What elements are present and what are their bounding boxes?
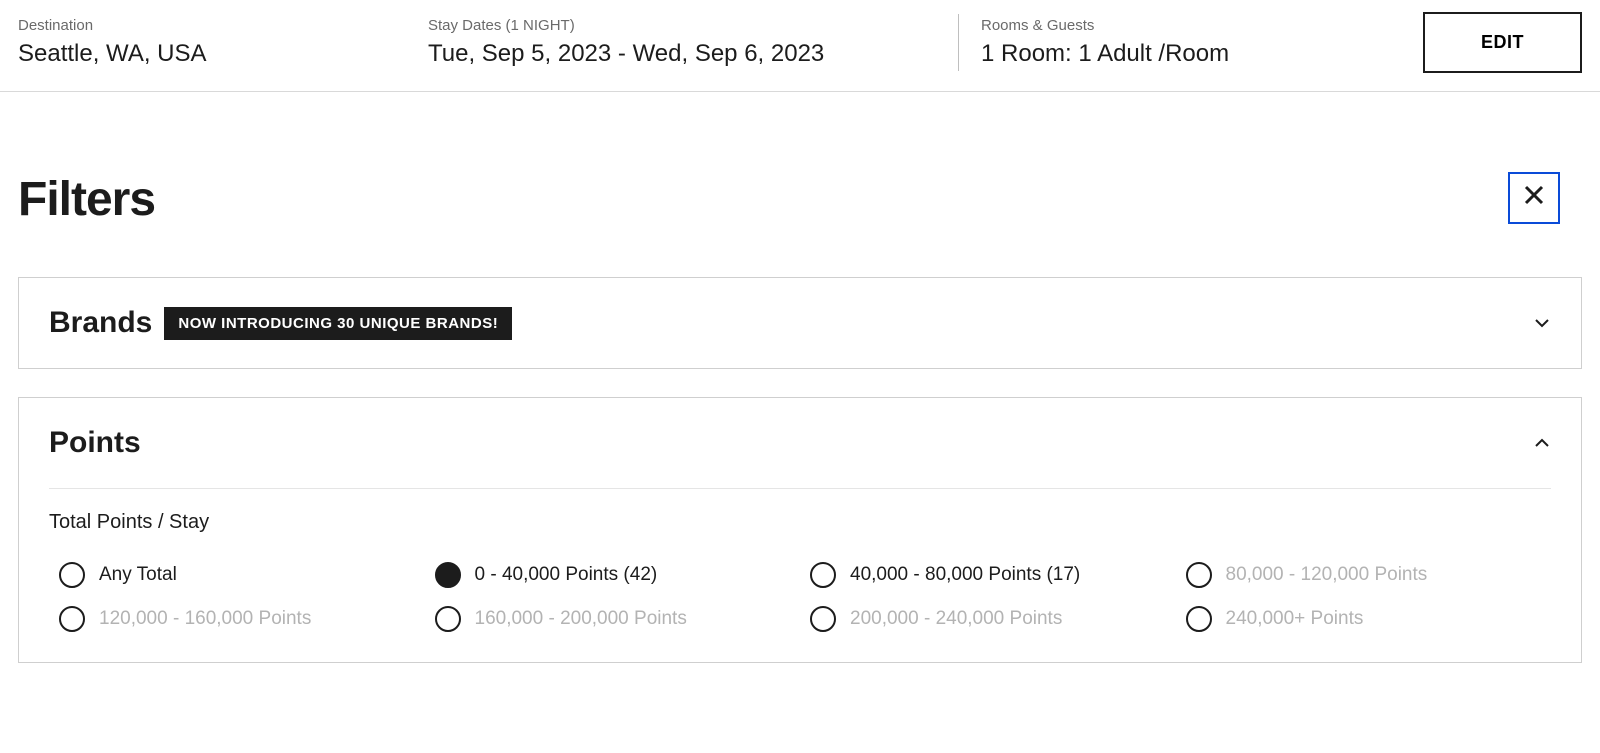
radio-icon [810, 606, 836, 632]
chevron-down-icon [1533, 314, 1551, 332]
points-option-label: 200,000 - 240,000 Points [850, 608, 1062, 630]
filters-header: Filters [0, 92, 1600, 237]
points-option-label: 160,000 - 200,000 Points [475, 608, 687, 630]
rooms-value: 1 Room: 1 Adult /Room [981, 40, 1329, 68]
points-option-2[interactable]: 40,000 - 80,000 Points (17) [810, 562, 1176, 588]
radio-icon [59, 562, 85, 588]
radio-icon [1186, 562, 1212, 588]
horizontal-divider [49, 488, 1551, 489]
points-option-label: 40,000 - 80,000 Points (17) [850, 564, 1080, 586]
search-field-destination[interactable]: Destination Seattle, WA, USA [18, 12, 428, 73]
close-filters-button[interactable] [1508, 172, 1560, 224]
points-option-6: 200,000 - 240,000 Points [810, 606, 1176, 632]
points-title: Points [49, 426, 141, 460]
points-option-4: 120,000 - 160,000 Points [59, 606, 425, 632]
points-option-1[interactable]: 0 - 40,000 Points (42) [435, 562, 801, 588]
points-body: Total Points / Stay Any Total 0 - 40,000 … [19, 488, 1581, 662]
radio-icon [810, 562, 836, 588]
edit-button[interactable]: EDIT [1423, 12, 1582, 73]
points-options-grid: Any Total 0 - 40,000 Points (42) 40,000 - … [49, 562, 1551, 632]
points-option-label: Any Total [99, 564, 177, 586]
points-subsection-label: Total Points / Stay [49, 511, 1551, 534]
points-option-7: 240,000+ Points [1186, 606, 1552, 632]
points-option-label: 120,000 - 160,000 Points [99, 608, 311, 630]
brands-title: Brands [49, 306, 152, 340]
destination-value: Seattle, WA, USA [18, 40, 388, 68]
radio-icon [1186, 606, 1212, 632]
search-field-dates[interactable]: Stay Dates (1 NIGHT) Tue, Sep 5, 2023 - … [428, 12, 958, 73]
search-field-rooms[interactable]: Rooms & Guests 1 Room: 1 Adult /Room [959, 12, 1369, 73]
filters-title: Filters [18, 172, 155, 227]
points-option-3: 80,000 - 120,000 Points [1186, 562, 1552, 588]
radio-icon [59, 606, 85, 632]
points-option-5: 160,000 - 200,000 Points [435, 606, 801, 632]
points-option-label: 240,000+ Points [1226, 608, 1364, 630]
points-option-label: 80,000 - 120,000 Points [1226, 564, 1428, 586]
radio-icon [435, 562, 461, 588]
close-icon [1522, 183, 1546, 213]
points-option-label: 0 - 40,000 Points (42) [475, 564, 658, 586]
radio-icon [435, 606, 461, 632]
chevron-up-icon [1533, 434, 1551, 452]
points-header[interactable]: Points [19, 398, 1581, 488]
filter-card-brands: Brands NOW INTRODUCING 30 UNIQUE BRANDS! [18, 277, 1582, 369]
destination-label: Destination [18, 17, 388, 34]
brands-header[interactable]: Brands NOW INTRODUCING 30 UNIQUE BRANDS! [19, 278, 1581, 368]
search-summary-bar: Destination Seattle, WA, USA Stay Dates … [0, 0, 1600, 92]
filter-sections: Brands NOW INTRODUCING 30 UNIQUE BRANDS!… [0, 237, 1600, 663]
dates-value: Tue, Sep 5, 2023 - Wed, Sep 6, 2023 [428, 40, 918, 68]
dates-label: Stay Dates (1 NIGHT) [428, 17, 918, 34]
rooms-label: Rooms & Guests [981, 17, 1329, 34]
points-option-0[interactable]: Any Total [59, 562, 425, 588]
filter-card-points: Points Total Points / Stay Any Total 0 - … [18, 397, 1582, 663]
brands-badge: NOW INTRODUCING 30 UNIQUE BRANDS! [164, 307, 512, 340]
